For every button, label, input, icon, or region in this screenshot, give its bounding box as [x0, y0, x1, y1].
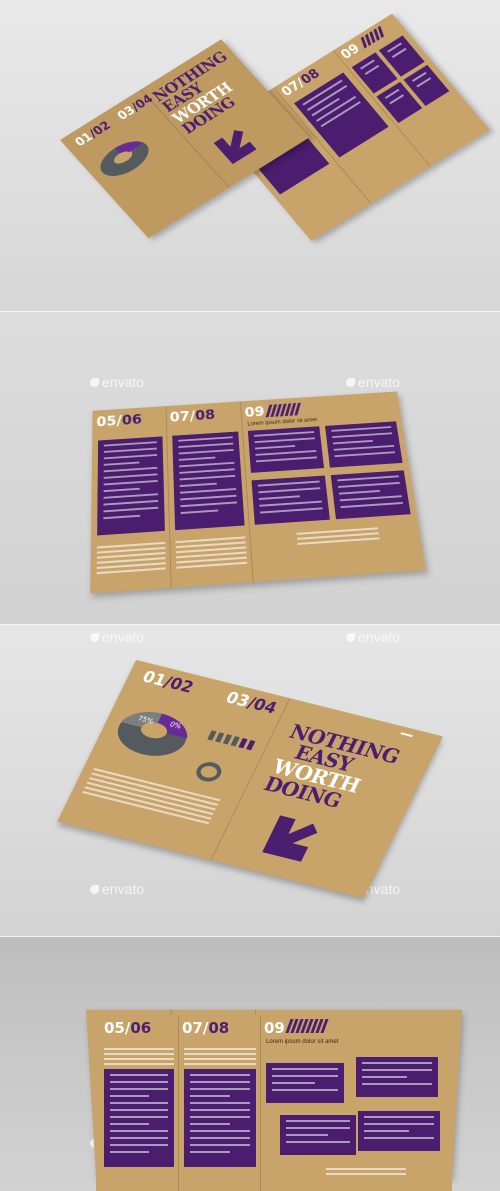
page-number-09: 09: [264, 1019, 285, 1037]
purple-text-box: [330, 470, 411, 520]
purple-text-box: [358, 1111, 440, 1151]
mockup-panel-4: envato envato 05/06 07/08 09 Lorem ipsum…: [0, 937, 500, 1191]
stripe-bars: [359, 25, 386, 49]
spread-subheading: Lorem ipsum dolor sit amet: [266, 1039, 339, 1045]
purple-text-box: [97, 436, 165, 536]
arrow-icon: [262, 815, 318, 862]
envato-leaf-icon: [346, 377, 355, 387]
fold-line: [260, 1015, 261, 1191]
page-number-09: 09: [244, 403, 266, 421]
page-number-05-06: 05/06: [96, 411, 143, 430]
body-text-lines: [175, 533, 248, 569]
arrow-icon: [213, 130, 257, 165]
mockup-panel-2: envato envato 05/06 07/08 09 Lorem ipsum…: [0, 312, 500, 625]
ring-icon: [196, 762, 222, 782]
body-text-lines: [184, 1045, 256, 1065]
purple-text-box: [184, 1069, 256, 1167]
envato-leaf-icon: [90, 377, 99, 387]
page-number-07-08: 07/08: [169, 406, 216, 426]
fold-line: [165, 406, 172, 588]
stripe-bars: [265, 402, 301, 418]
donut-chart: 75% 0%: [117, 712, 188, 756]
envato-leaf-icon: [90, 884, 99, 894]
mockup-panel-3: envato envato envato envato 01/02 03/04 …: [0, 625, 500, 937]
page-number-01-02: 01/02: [139, 666, 197, 697]
stripe-bars: [285, 1019, 329, 1033]
body-text-lines: [104, 1045, 174, 1065]
cover-headline: NOTHING EASY WORTH DOING: [260, 719, 404, 813]
purple-text-box: [266, 1063, 344, 1103]
body-text-lines: [326, 1165, 406, 1175]
page-number-05-06: 05/06: [104, 1019, 152, 1037]
page-number-09: 09: [338, 41, 364, 63]
people-icons: [207, 730, 256, 751]
watermark: envato: [90, 374, 144, 390]
page-number-07-08: 07/08: [182, 1019, 230, 1037]
cover-spread-sheet: 01/02 03/04 75% 0% NOTHING EASY WORTH DO…: [57, 659, 443, 899]
purple-text-box: [247, 426, 325, 473]
envato-leaf-icon: [90, 632, 99, 642]
cover-sheet: 01/02 03/04 NOTHING EASY WORTH DOING: [60, 39, 310, 239]
envato-leaf-icon: [346, 632, 355, 642]
purple-text-box: [325, 421, 403, 468]
inside-spread-sheet: 05/06 07/08 09 Lorem ipsum dolor sit ame…: [90, 391, 426, 594]
page-number-03-04: 03/04: [222, 687, 281, 718]
cover-headline: NOTHING EASY WORTH DOING: [148, 47, 239, 138]
purple-text-box: [104, 1069, 174, 1167]
fold-line: [178, 1015, 179, 1191]
purple-text-box: [251, 475, 330, 525]
page-number-03-04: 03/04: [114, 91, 156, 123]
inside-spread-face: 05/06 07/08 09 Lorem ipsum dolor sit ame…: [96, 1015, 452, 1191]
body-text-lines: [296, 524, 380, 545]
mockup-panel-1: 05/06 07/08 09 01/02 03/04 NOTHING: [0, 0, 500, 312]
watermark: envato: [90, 629, 144, 645]
purple-text-box: [172, 431, 245, 531]
watermark: envato: [346, 374, 400, 390]
watermark: envato: [346, 629, 400, 645]
watermark: envato: [90, 881, 144, 897]
body-text-lines: [96, 539, 166, 575]
publisher-mark: ▬▬: [399, 730, 414, 739]
purple-text-box: [356, 1057, 438, 1097]
purple-text-box: [280, 1115, 356, 1155]
